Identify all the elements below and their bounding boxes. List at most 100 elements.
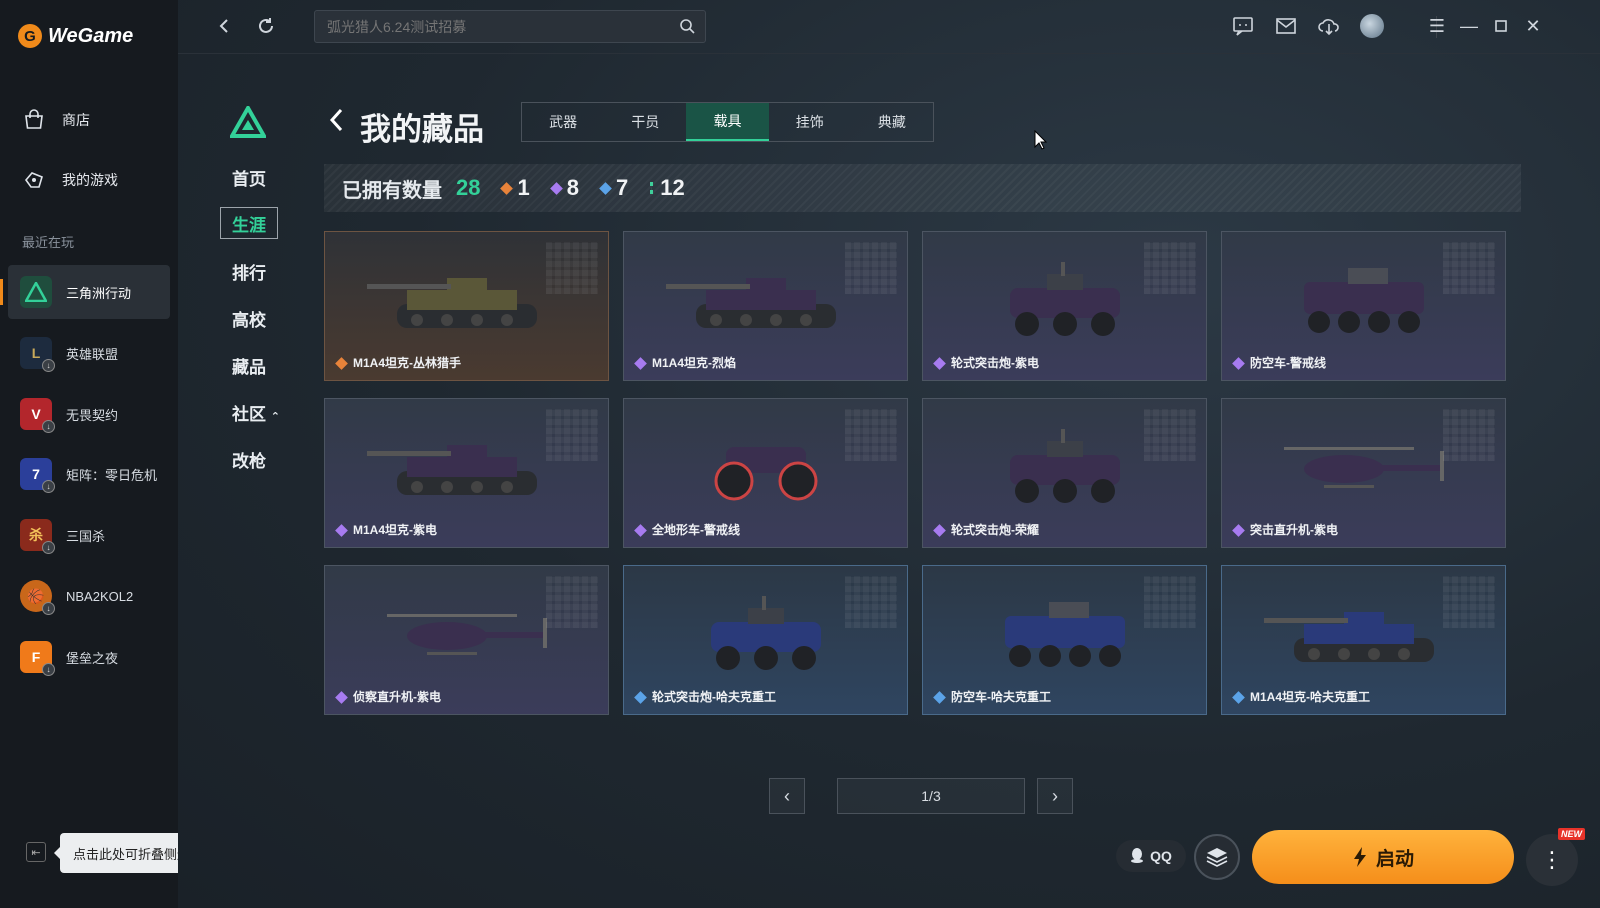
chevron-left-icon — [219, 19, 228, 33]
vehicle-card[interactable]: 轮式突击炮-紫电 — [922, 231, 1207, 381]
back-button[interactable] — [212, 14, 236, 38]
search-icon[interactable] — [679, 18, 695, 34]
minimize-button[interactable]: — — [1457, 14, 1481, 38]
owned-label: 已拥有数量 — [342, 179, 442, 202]
download-icon: ↓ — [42, 663, 55, 676]
chat-button[interactable] — [1231, 14, 1255, 38]
user-avatar[interactable] — [1360, 14, 1384, 38]
download-manager-button[interactable] — [1317, 14, 1341, 38]
chevron-up-icon: ⌃ — [270, 411, 280, 423]
collection-tabs: 武器 干员 载具 挂饰 典藏 — [521, 102, 934, 142]
collapse-sidebar-button[interactable]: ⇤ — [26, 842, 46, 862]
green-rarity-icon — [650, 182, 654, 194]
close-button[interactable]: ✕ — [1521, 14, 1545, 38]
gold-diamond-icon — [335, 357, 348, 370]
tab-charms[interactable]: 挂饰 — [769, 103, 851, 141]
tab-operators[interactable]: 干员 — [604, 103, 686, 141]
vehicle-name: 轮式突击炮-荣耀 — [951, 523, 1039, 537]
tab-vehicles[interactable]: 载具 — [686, 103, 769, 141]
recent-label: 最近在玩 — [22, 235, 75, 250]
layers-icon — [1206, 848, 1228, 867]
download-icon: ↓ — [42, 359, 55, 372]
mail-icon — [1276, 18, 1296, 34]
refresh-button[interactable] — [254, 14, 278, 38]
search-input[interactable] — [327, 18, 667, 35]
game-label: 英雄联盟 — [66, 346, 119, 362]
purple-diamond-icon — [549, 181, 563, 195]
chevron-right-icon: › — [1052, 785, 1058, 806]
delta-force-logo-icon[interactable] — [230, 106, 266, 138]
game-nav-collection[interactable]: 藏品 — [232, 353, 266, 378]
collapse-left-icon: ⇤ — [31, 846, 41, 859]
blue-diamond-icon — [634, 691, 647, 704]
sidebar-game-matrix[interactable]: 7 ↓ 矩阵：零日危机 — [8, 447, 170, 501]
game-nav-ranking[interactable]: 排行 — [232, 259, 266, 284]
game-label: 矩阵：零日危机 — [66, 467, 158, 483]
fortnite-icon: F ↓ — [20, 641, 55, 676]
maximize-icon — [1495, 20, 1507, 32]
search-bar[interactable] — [314, 10, 706, 43]
vehicle-name: 全地形车-警戒线 — [652, 523, 740, 537]
more-options-button[interactable]: ⋮ — [1526, 834, 1578, 886]
purple-diamond-icon — [335, 691, 348, 704]
download-cloud-icon — [1318, 19, 1339, 36]
rarity-count-value: 12 — [660, 175, 685, 200]
chat-icon — [1233, 17, 1253, 36]
sidebar-game-nba2kol2[interactable]: 🏀 ↓ NBA2KOL2 — [8, 569, 170, 623]
game-nav-home[interactable]: 首页 — [232, 165, 266, 190]
game-label: 堡垒之夜 — [66, 650, 119, 666]
mail-button[interactable] — [1274, 14, 1298, 38]
app-name: WeGame — [48, 24, 134, 47]
purple-diamond-icon — [1232, 357, 1245, 370]
vehicle-card[interactable]: M1A4坦克-丛林猎手 — [324, 231, 609, 381]
rarity-count-value: 1 — [517, 175, 530, 200]
vehicle-name: 突击直升机-紫电 — [1250, 523, 1338, 537]
vehicle-card[interactable]: 轮式突击炮-哈夫克重工 — [623, 565, 908, 715]
sidebar-game-fortnite[interactable]: F ↓ 堡垒之夜 — [8, 630, 170, 684]
game-nav-college[interactable]: 高校 — [232, 306, 266, 331]
maximize-button[interactable] — [1489, 14, 1513, 38]
sidebar-item-my-games[interactable]: 我的游戏 — [22, 168, 118, 192]
accelerator-button[interactable] — [1194, 834, 1240, 880]
new-badge: NEW — [1558, 828, 1585, 840]
wegame-logo[interactable]: G WeGame — [18, 24, 133, 48]
menu-button[interactable]: ☰ — [1425, 14, 1449, 38]
vehicle-card[interactable]: M1A4坦克-紫电 — [324, 398, 609, 548]
launch-button[interactable]: 启动 — [1252, 830, 1514, 884]
sidebar-game-delta-force[interactable]: 三角洲行动 — [0, 265, 170, 319]
top-bar: ☰ — ✕ — [178, 0, 1600, 54]
sidebar-item-label: 商店 — [62, 112, 90, 128]
vehicle-name: M1A4坦克-烈焰 — [652, 356, 737, 370]
vehicle-card[interactable]: M1A4坦克-烈焰 — [623, 231, 908, 381]
vehicle-card[interactable]: 防空车-警戒线 — [1221, 231, 1506, 381]
purple-diamond-icon — [933, 357, 946, 370]
sanguosha-icon: 杀 ↓ — [20, 519, 55, 554]
download-icon: ↓ — [42, 420, 55, 433]
launch-label: 启动 — [1375, 848, 1414, 870]
game-nav-gunsmith[interactable]: 改枪 — [232, 447, 266, 472]
game-nav-community[interactable]: 社区 ⌃ — [232, 400, 280, 425]
sidebar-game-sanguosha[interactable]: 杀 ↓ 三国杀 — [8, 508, 170, 562]
vehicle-card[interactable]: 轮式突击炮-荣耀 — [922, 398, 1207, 548]
sidebar-item-store[interactable]: 商店 — [22, 108, 90, 132]
game-nav-label: 社区 — [232, 405, 266, 424]
sidebar-game-valorant[interactable]: V ↓ 无畏契约 — [8, 387, 170, 441]
collection-back-button[interactable] — [328, 107, 344, 140]
qq-label: QQ — [1150, 848, 1172, 864]
tab-weapons[interactable]: 武器 — [522, 103, 604, 141]
qq-login-button[interactable]: QQ — [1116, 840, 1186, 872]
next-page-button[interactable]: › — [1037, 778, 1073, 814]
game-nav-career[interactable]: 生涯 — [220, 207, 278, 239]
rarity-count-green: 12 — [650, 175, 685, 201]
vehicle-card[interactable]: 防空车-哈夫克重工 — [922, 565, 1207, 715]
vehicle-card[interactable]: 突击直升机-紫电 — [1221, 398, 1506, 548]
sidebar-game-lol[interactable]: L ↓ 英雄联盟 — [8, 326, 170, 380]
vehicle-card[interactable]: 侦察直升机-紫电 — [324, 565, 609, 715]
prev-page-button[interactable]: ‹ — [769, 778, 805, 814]
mouse-cursor-icon — [1034, 130, 1048, 150]
tab-archive[interactable]: 典藏 — [851, 103, 933, 141]
more-vertical-icon: ⋮ — [1541, 847, 1563, 872]
vehicle-card[interactable]: 全地形车-警戒线 — [623, 398, 908, 548]
close-icon: ✕ — [1525, 15, 1541, 36]
vehicle-card[interactable]: M1A4坦克-哈夫克重工 — [1221, 565, 1506, 715]
